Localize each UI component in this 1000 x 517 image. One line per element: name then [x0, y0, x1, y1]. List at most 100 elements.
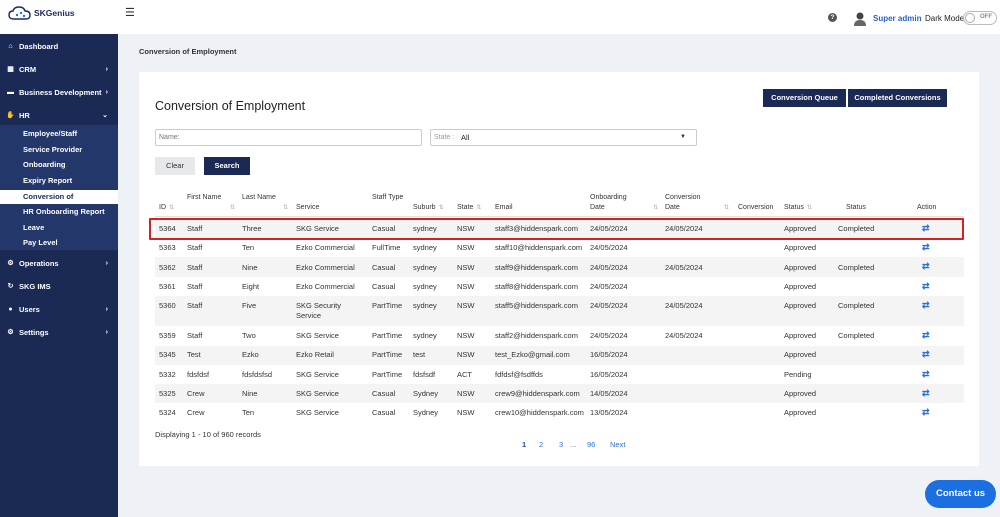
cell-email: staff2@hiddenspark.com: [495, 331, 578, 340]
sidebar-item-settings[interactable]: ⚙ Settings ›: [0, 322, 118, 342]
swap-arrows-icon[interactable]: ⇄: [922, 349, 930, 360]
column-header-suburb[interactable]: Suburb ⇅: [413, 203, 444, 213]
swap-arrows-icon[interactable]: ⇄: [922, 281, 930, 292]
table-row[interactable]: 5361 Staff Eight Ezko Commercial Casual …: [155, 277, 964, 296]
swap-arrows-icon[interactable]: ⇄: [922, 242, 930, 253]
sidebar-item-crm[interactable]: ▦ CRM ›: [0, 59, 118, 79]
sidebar-subitem-leave[interactable]: Leave: [0, 221, 118, 235]
page-link-1[interactable]: 1: [522, 440, 526, 449]
sidebar-subitem-expiry-report[interactable]: Expiry Report: [0, 174, 118, 188]
column-header-onboarding-date[interactable]: Onboarding Date: [590, 193, 642, 213]
sort-icon[interactable]: ⇅: [227, 203, 235, 213]
cell-status-2: Completed: [838, 331, 875, 340]
swap-arrows-icon[interactable]: ⇄: [922, 300, 930, 311]
sidebar-item-business-development[interactable]: ▬ Business Development ›: [0, 82, 118, 102]
sidebar-item-dashboard[interactable]: ⌂ Dashboard: [0, 36, 118, 56]
cell-onboarding-date: 14/05/2024: [590, 389, 628, 398]
sidebar-item-label: HR: [19, 110, 30, 120]
cloud-logo-icon: [8, 6, 31, 20]
search-button[interactable]: Search: [204, 157, 250, 175]
sidebar-subitem-service-provider[interactable]: Service Provider: [0, 143, 118, 157]
sidebar-subitem-conversion-of-employment[interactable]: Conversion of Employment: [0, 190, 118, 215]
column-header-state[interactable]: State ⇅: [457, 203, 481, 213]
grid-icon: ▦: [7, 66, 14, 73]
refresh-icon: ↻: [7, 283, 14, 290]
sidebar-subitem-hr-onboarding-report[interactable]: HR Onboarding Report: [0, 205, 118, 219]
handshake-icon: ✋: [6, 112, 15, 119]
column-header-email[interactable]: Email: [495, 203, 513, 213]
column-header-status[interactable]: Status ⇅: [784, 203, 812, 213]
sidebar: ⌂ Dashboard ▦ CRM › ▬ Business Development › …: [0, 34, 118, 517]
cell-id: 5362: [159, 263, 176, 272]
cell-state: NSW: [457, 243, 475, 252]
column-header-conversion[interactable]: Conversion: [738, 203, 773, 213]
sidebar-item-skg-ims[interactable]: ↻ SKG IMS: [0, 276, 118, 296]
swap-arrows-icon[interactable]: ⇄: [922, 388, 930, 399]
cell-first-name: Crew: [187, 408, 205, 417]
logo-text: SKGenius: [34, 8, 75, 18]
user-name[interactable]: Super admin: [873, 14, 921, 23]
cell-status: Approved: [784, 350, 817, 359]
swap-arrows-icon[interactable]: ⇄: [922, 407, 930, 418]
swap-arrows-icon[interactable]: ⇄: [922, 261, 930, 272]
cell-email: staff8@hiddenspark.com: [495, 282, 578, 291]
cell-last-name: Five: [242, 301, 257, 310]
table-row[interactable]: 5362 Staff Nine Ezko Commercial Casual s…: [155, 257, 964, 277]
dark-mode-label: Dark Mode: [925, 14, 965, 23]
table-row[interactable]: 5345 Test Ezko Ezko Retail PartTime test…: [155, 346, 964, 365]
page-link-2[interactable]: 2: [539, 440, 543, 449]
cell-email: staff9@hiddenspark.com: [495, 263, 578, 272]
swap-arrows-icon[interactable]: ⇄: [922, 369, 930, 380]
cell-first-name: Staff: [187, 331, 203, 340]
cell-suburb: sydney: [413, 263, 437, 272]
sort-icon[interactable]: ⇅: [280, 203, 288, 213]
state-select[interactable]: State : All ▼: [430, 129, 697, 146]
sidebar-subitem-employee-staff[interactable]: Employee/Staff: [0, 127, 118, 141]
column-header-service[interactable]: Service: [296, 203, 319, 213]
table-row[interactable]: 5325 Crew Nine SKG Service Casual Sydney…: [155, 384, 964, 403]
question-icon[interactable]: ?: [828, 13, 837, 22]
cell-state: NSW: [457, 301, 475, 310]
logo[interactable]: SKGenius: [8, 5, 75, 21]
page-link-next[interactable]: Next: [610, 440, 625, 449]
column-header-first-name[interactable]: First Name: [187, 193, 231, 203]
cell-email: test_Ezko@gmail.com: [495, 350, 570, 359]
column-header-last-name[interactable]: Last Name: [242, 193, 280, 203]
cell-last-name: fdsfdsfsd: [242, 370, 273, 379]
sidebar-item-users[interactable]: ● Users ›: [0, 299, 118, 319]
column-header-conversion-date[interactable]: Conversion Date: [665, 193, 717, 213]
table-row[interactable]: 5332 fdsfdsf fdsfdsfsd SKG Service PartT…: [155, 365, 964, 384]
sidebar-item-operations[interactable]: ⚙ Operations ›: [0, 253, 118, 273]
cell-id: 5345: [159, 350, 176, 359]
sidebar-item-hr[interactable]: ✋ HR ⌄: [0, 105, 118, 125]
cell-onboarding-date: 16/05/2024: [590, 350, 628, 359]
sort-icon[interactable]: ⇅: [721, 203, 729, 213]
column-header-status-2[interactable]: Status: [846, 203, 866, 213]
hamburger-menu-icon[interactable]: ☰: [125, 6, 135, 19]
page-link-96[interactable]: 96: [587, 440, 595, 449]
cell-status: Approved: [784, 282, 817, 291]
name-search-input[interactable]: [155, 129, 422, 146]
column-header-id[interactable]: ID ⇅: [159, 203, 174, 213]
avatar[interactable]: [853, 11, 867, 26]
dark-mode-toggle[interactable]: OFF: [963, 11, 997, 25]
highlighted-row-outline: [149, 218, 964, 240]
cell-suburb: test: [413, 350, 426, 359]
column-header-staff-type[interactable]: Staff Type: [372, 193, 406, 203]
sort-icon[interactable]: ⇅: [650, 203, 658, 213]
cell-service: SKG Service: [296, 370, 339, 379]
page-link-3[interactable]: 3: [559, 440, 563, 449]
table-row[interactable]: 5360 Staff Five SKG Security Service Par…: [155, 296, 964, 326]
swap-arrows-icon[interactable]: ⇄: [922, 330, 930, 341]
completed-conversions-button[interactable]: Completed Conversions: [848, 89, 947, 107]
sidebar-subitem-onboarding[interactable]: Onboarding: [0, 158, 118, 172]
table-row[interactable]: 5363 Staff Ten Ezko Commercial FullTime …: [155, 238, 964, 257]
table-row[interactable]: 5324 Crew Ten SKG Service Casual Sydney …: [155, 403, 964, 422]
cell-staff-type: PartTime: [372, 370, 403, 379]
table-row[interactable]: 5359 Staff Two SKG Service PartTime sydn…: [155, 326, 964, 346]
conversion-queue-button[interactable]: Conversion Queue: [763, 89, 846, 107]
cell-status-2: Completed: [838, 263, 875, 272]
clear-button[interactable]: Clear: [155, 157, 195, 175]
sidebar-subitem-pay-level[interactable]: Pay Level: [0, 236, 118, 250]
contact-us-button[interactable]: Contact us: [925, 480, 996, 508]
